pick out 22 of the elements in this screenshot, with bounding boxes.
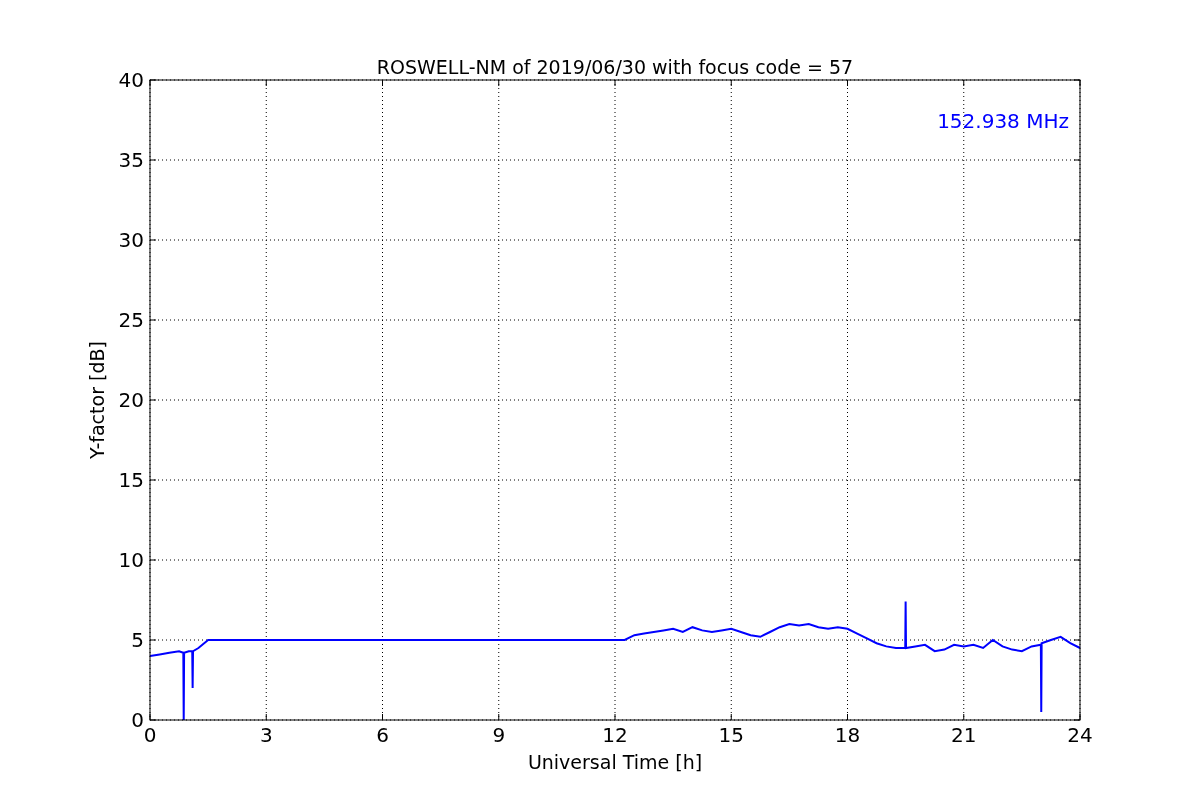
x-tick-label: 18	[834, 723, 861, 747]
x-tick-label: 6	[376, 723, 389, 747]
frequency-label: 152.938 MHz	[937, 109, 1069, 133]
y-tick-label: 20	[118, 388, 144, 412]
y-tick-label: 30	[118, 228, 144, 252]
y-tick-label: 25	[118, 308, 144, 332]
x-tick-label: 15	[718, 723, 744, 747]
y-tick-label: 0	[131, 708, 144, 732]
x-tick-label: 21	[951, 723, 977, 747]
x-tick-label: 12	[602, 723, 628, 747]
x-tick-label: 0	[143, 723, 157, 747]
x-tick-label: 9	[492, 723, 506, 747]
y-tick-label: 5	[131, 628, 144, 652]
y-tick-label: 10	[118, 548, 144, 572]
x-axis-label: Universal Time [h]	[527, 751, 703, 773]
y-tick-label: 15	[118, 468, 144, 492]
x-tick-label: 24	[1067, 723, 1093, 747]
y-axis-label: Y-factor [dB]	[86, 341, 108, 459]
y-tick-label: 35	[118, 148, 144, 172]
chart-title: ROSWELL-NM of 2019/06/30 with focus code = 57	[376, 56, 854, 78]
x-tick-label: 3	[259, 723, 273, 747]
y-tick-label: 40	[118, 68, 144, 92]
